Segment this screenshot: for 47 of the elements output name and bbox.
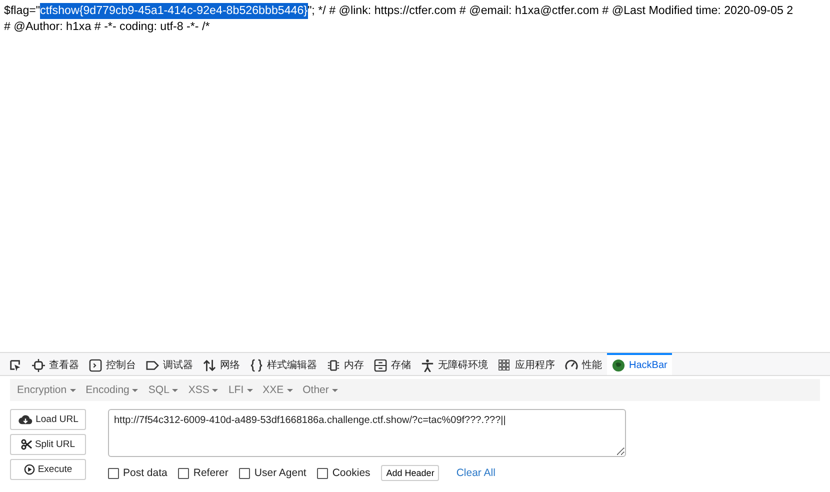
devtools-tab[interactable]: 样式编辑器 — [245, 353, 322, 375]
clear-all-link[interactable]: Clear All — [456, 467, 496, 479]
memory-icon — [327, 358, 340, 372]
menu-dropdown[interactable]: LFI — [225, 382, 256, 398]
devtools-tab[interactable]: 查看器 — [27, 353, 84, 375]
add-header-button[interactable]: Add Header — [381, 465, 440, 481]
option-checkbox[interactable]: Post data — [108, 467, 168, 479]
scissors-icon — [20, 439, 32, 450]
devtools-tab[interactable]: 无障碍环境 — [416, 353, 493, 375]
execute-url-button[interactable]: Execute — [10, 459, 86, 480]
page-text: $flag=" — [4, 3, 40, 19]
devtools-tab[interactable]: 性能 — [560, 353, 607, 375]
option-checkbox[interactable]: Cookies — [317, 467, 370, 479]
devtools-tab[interactable]: 网络 — [198, 353, 245, 375]
devtools-tab[interactable]: 应用程序 — [493, 353, 560, 375]
cloud-download-icon — [18, 414, 33, 425]
menu-dropdown[interactable]: Encoding — [82, 382, 142, 398]
picker-icon — [9, 358, 22, 372]
menu-dropdown[interactable]: XSS — [185, 382, 222, 398]
application-icon — [498, 358, 511, 372]
page-text: "; */ # @link: https://ctfer.com # @email: h1xa@ctfer.com # @Last Modified time: 2020-09-05 2 — [308, 3, 794, 19]
style-icon — [250, 358, 263, 372]
devtools-tab[interactable]: 控制台 — [84, 353, 141, 375]
menu-dropdown[interactable]: SQL — [145, 382, 182, 398]
split-url-button[interactable]: Split URL — [10, 434, 86, 455]
inspector-icon — [32, 358, 45, 372]
page-text: # @Author: h1xa # -*- coding: utf-8 -*- /* — [4, 19, 210, 35]
debugger-icon — [146, 358, 159, 372]
url-field[interactable]: http://7f54c312-6009-410d-a489-53df1668186a.challenge.ctf.show/?c=tac%09f???.???|| — [108, 409, 626, 457]
console-icon — [89, 358, 102, 372]
selected-text: ctfshow{9d779cb9-45a1-414c-92e4-8b526bbb5446} — [40, 3, 308, 19]
devtools-tab[interactable]: HackBar — [607, 353, 672, 375]
accessibility-icon — [421, 358, 434, 372]
play-icon — [24, 464, 35, 475]
option-checkbox[interactable]: Referer — [178, 467, 228, 479]
option-checkbox[interactable]: User Agent — [239, 467, 306, 479]
menu-dropdown[interactable]: Encryption — [14, 382, 79, 398]
menu-dropdown[interactable]: XXE — [260, 382, 296, 398]
devtools-tab[interactable]: 内存 — [322, 353, 369, 375]
devtools-tab[interactable]: 存储 — [369, 353, 416, 375]
devtools-tab[interactable]: 调试器 — [141, 353, 198, 375]
hackbar-icon — [612, 358, 625, 372]
menu-dropdown[interactable]: Other — [300, 382, 341, 398]
network-icon — [203, 358, 216, 372]
storage-icon — [374, 358, 387, 372]
load-url-button[interactable]: Load URL — [10, 409, 86, 430]
performance-icon — [565, 358, 578, 372]
